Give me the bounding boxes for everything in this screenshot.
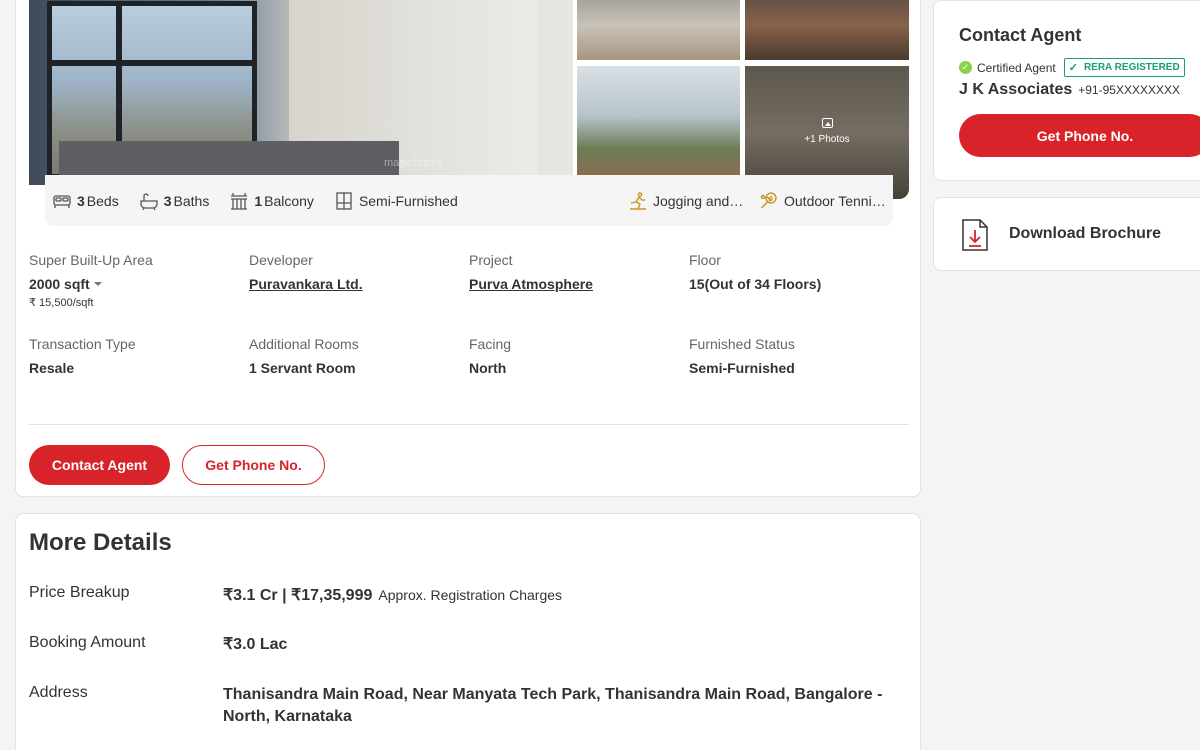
spec-additional-rooms: Additional Rooms 1 Servant Room (249, 336, 469, 420)
furniture-icon (336, 191, 352, 210)
balcony-label: Balcony (264, 192, 314, 209)
spec-value: 15(Out of 34 Floors) (689, 276, 822, 292)
balcony-icon (231, 192, 248, 210)
contact-agent-card: Contact Agent ✓ Certified Agent ✓ RERA RE… (933, 0, 1200, 181)
price-breakup-value: ₹3.1 Cr | ₹17,35,999 (223, 587, 373, 604)
beds-count: 3 (77, 192, 85, 209)
more-photos-label: +1 Photos (745, 118, 909, 145)
get-phone-button[interactable]: Get Phone No. (182, 445, 325, 485)
beds-label: Beds (86, 192, 119, 209)
spec-super-area: Super Built-Up Area 2000 sqft ₹ 15,500/s… (29, 252, 249, 336)
photo-gallery[interactable]: magicbricks +1 Photos (29, 0, 909, 199)
amenity-tennis: Outdoor Tennis Courts (759, 191, 886, 210)
spec-label: Furnished Status (689, 336, 795, 352)
more-photos-text: +1 Photos (804, 134, 850, 145)
divider (29, 424, 909, 425)
spec-furnished: Furnished Status Semi-Furnished (689, 336, 909, 420)
furnishing-label: Semi-Furnished (358, 192, 458, 209)
certified-label: Certified Agent (977, 60, 1056, 75)
price-per-sqft: ₹ 15,500/sqft (29, 297, 94, 309)
agent-name: J K Associates (959, 81, 1073, 98)
rera-badge: ✓ RERA REGISTERED (1063, 58, 1185, 77)
spec-value: Resale (29, 360, 75, 376)
contact-agent-button[interactable]: Contact Agent (29, 445, 170, 485)
price-note: Approx. Registration Charges (378, 587, 563, 603)
bed-icon (53, 194, 71, 208)
chevron-down-icon[interactable] (93, 282, 102, 286)
spec-value[interactable]: 2000 sqft (29, 276, 249, 292)
download-brochure-label: Download Brochure (1009, 225, 1162, 242)
image-icon (821, 118, 833, 128)
beds-info: 3 Beds (52, 192, 119, 210)
detail-label: Address (29, 684, 88, 701)
section-title: More Details (29, 529, 172, 556)
property-summary-card: magicbricks +1 Photos 3 Beds 3 Baths 1 Balc… (15, 0, 921, 497)
spec-label: Project (469, 252, 513, 268)
project-link[interactable]: Purva Atmosphere (469, 276, 689, 292)
spec-value: Semi-Furnished (689, 360, 795, 376)
specs-row-1: Super Built-Up Area 2000 sqft ₹ 15,500/s… (29, 252, 909, 336)
spec-value: North (469, 360, 507, 376)
furnishing-info: Semi-Furnished (334, 191, 458, 210)
amenity-jogging: Jogging and Strolling Track (628, 191, 745, 210)
main-photo[interactable]: magicbricks (29, 0, 573, 185)
pdf-download-icon (962, 219, 988, 251)
detail-value: ₹3.0 Lac (223, 636, 288, 653)
download-brochure-card[interactable]: Download Brochure (933, 197, 1200, 271)
check-circle-icon: ✓ (959, 61, 972, 74)
spec-label: Floor (689, 252, 721, 268)
spec-facing: Facing North (469, 336, 689, 420)
thumbnail-kitchen[interactable] (745, 0, 909, 60)
spec-label: Super Built-Up Area (29, 252, 153, 268)
jogging-icon (630, 191, 646, 210)
spec-value: 1 Servant Room (249, 360, 356, 376)
spec-transaction: Transaction Type Resale (29, 336, 249, 420)
more-details-card: More Details Price Breakup ₹3.1 Cr | ₹17… (15, 513, 921, 750)
spec-floor: Floor 15(Out of 34 Floors) (689, 252, 909, 336)
card-title: Contact Agent (959, 25, 1082, 45)
spec-label: Additional Rooms (249, 336, 359, 352)
detail-label: Price Breakup (29, 584, 130, 601)
detail-value: ₹3.1 Cr | ₹17,35,999 Approx. Registration… (223, 584, 893, 607)
specs-row-2: Transaction Type Resale Additional Rooms… (29, 336, 909, 420)
baths-info: 3 Baths (139, 192, 210, 210)
amenities-bar: 3 Beds 3 Baths 1 Balcony Semi-Furnished Jog… (45, 175, 893, 226)
thumbnail-bedroom[interactable] (577, 0, 740, 60)
property-specs: Super Built-Up Area 2000 sqft ₹ 15,500/s… (29, 252, 909, 420)
balcony-info: 1 Balcony (229, 192, 314, 210)
area-value: 2000 sqft (29, 276, 90, 292)
developer-link[interactable]: Puravankara Ltd. (249, 276, 469, 292)
detail-label: Booking Amount (29, 634, 146, 651)
certification-row: ✓ Certified Agent ✓ RERA REGISTERED (959, 58, 1185, 77)
baths-label: Baths (173, 192, 210, 209)
spec-label: Facing (469, 336, 512, 352)
balcony-count: 1 (254, 192, 263, 209)
agent-info: J K Associates +91-95XXXXXXXX (959, 81, 1180, 99)
featured-amenities: Jogging and Strolling Track Outdoor Tenn… (614, 191, 893, 210)
amenity-tennis-label: Outdoor Tennis Courts (784, 192, 886, 209)
check-icon: ✓ (1068, 62, 1078, 74)
bathtub-icon (140, 192, 158, 210)
thumbnail-view[interactable] (577, 66, 740, 176)
rera-label: RERA REGISTERED (1083, 62, 1180, 73)
agent-phone: +91-95XXXXXXXX (1078, 83, 1180, 97)
tennis-racket-icon (760, 191, 777, 208)
spec-label: Developer (249, 252, 313, 268)
spec-label: Transaction Type (29, 336, 136, 352)
baths-count: 3 (163, 192, 172, 209)
spec-project: Project Purva Atmosphere (469, 252, 689, 336)
spec-developer: Developer Puravankara Ltd. (249, 252, 469, 336)
amenity-jogging-label: Jogging and Strolling Track (653, 192, 745, 209)
sidebar-get-phone-button[interactable]: Get Phone No. (959, 114, 1200, 157)
photo-watermark: magicbricks (384, 157, 443, 169)
detail-value: Thanisandra Main Road, Near Manyata Tech… (223, 686, 883, 725)
